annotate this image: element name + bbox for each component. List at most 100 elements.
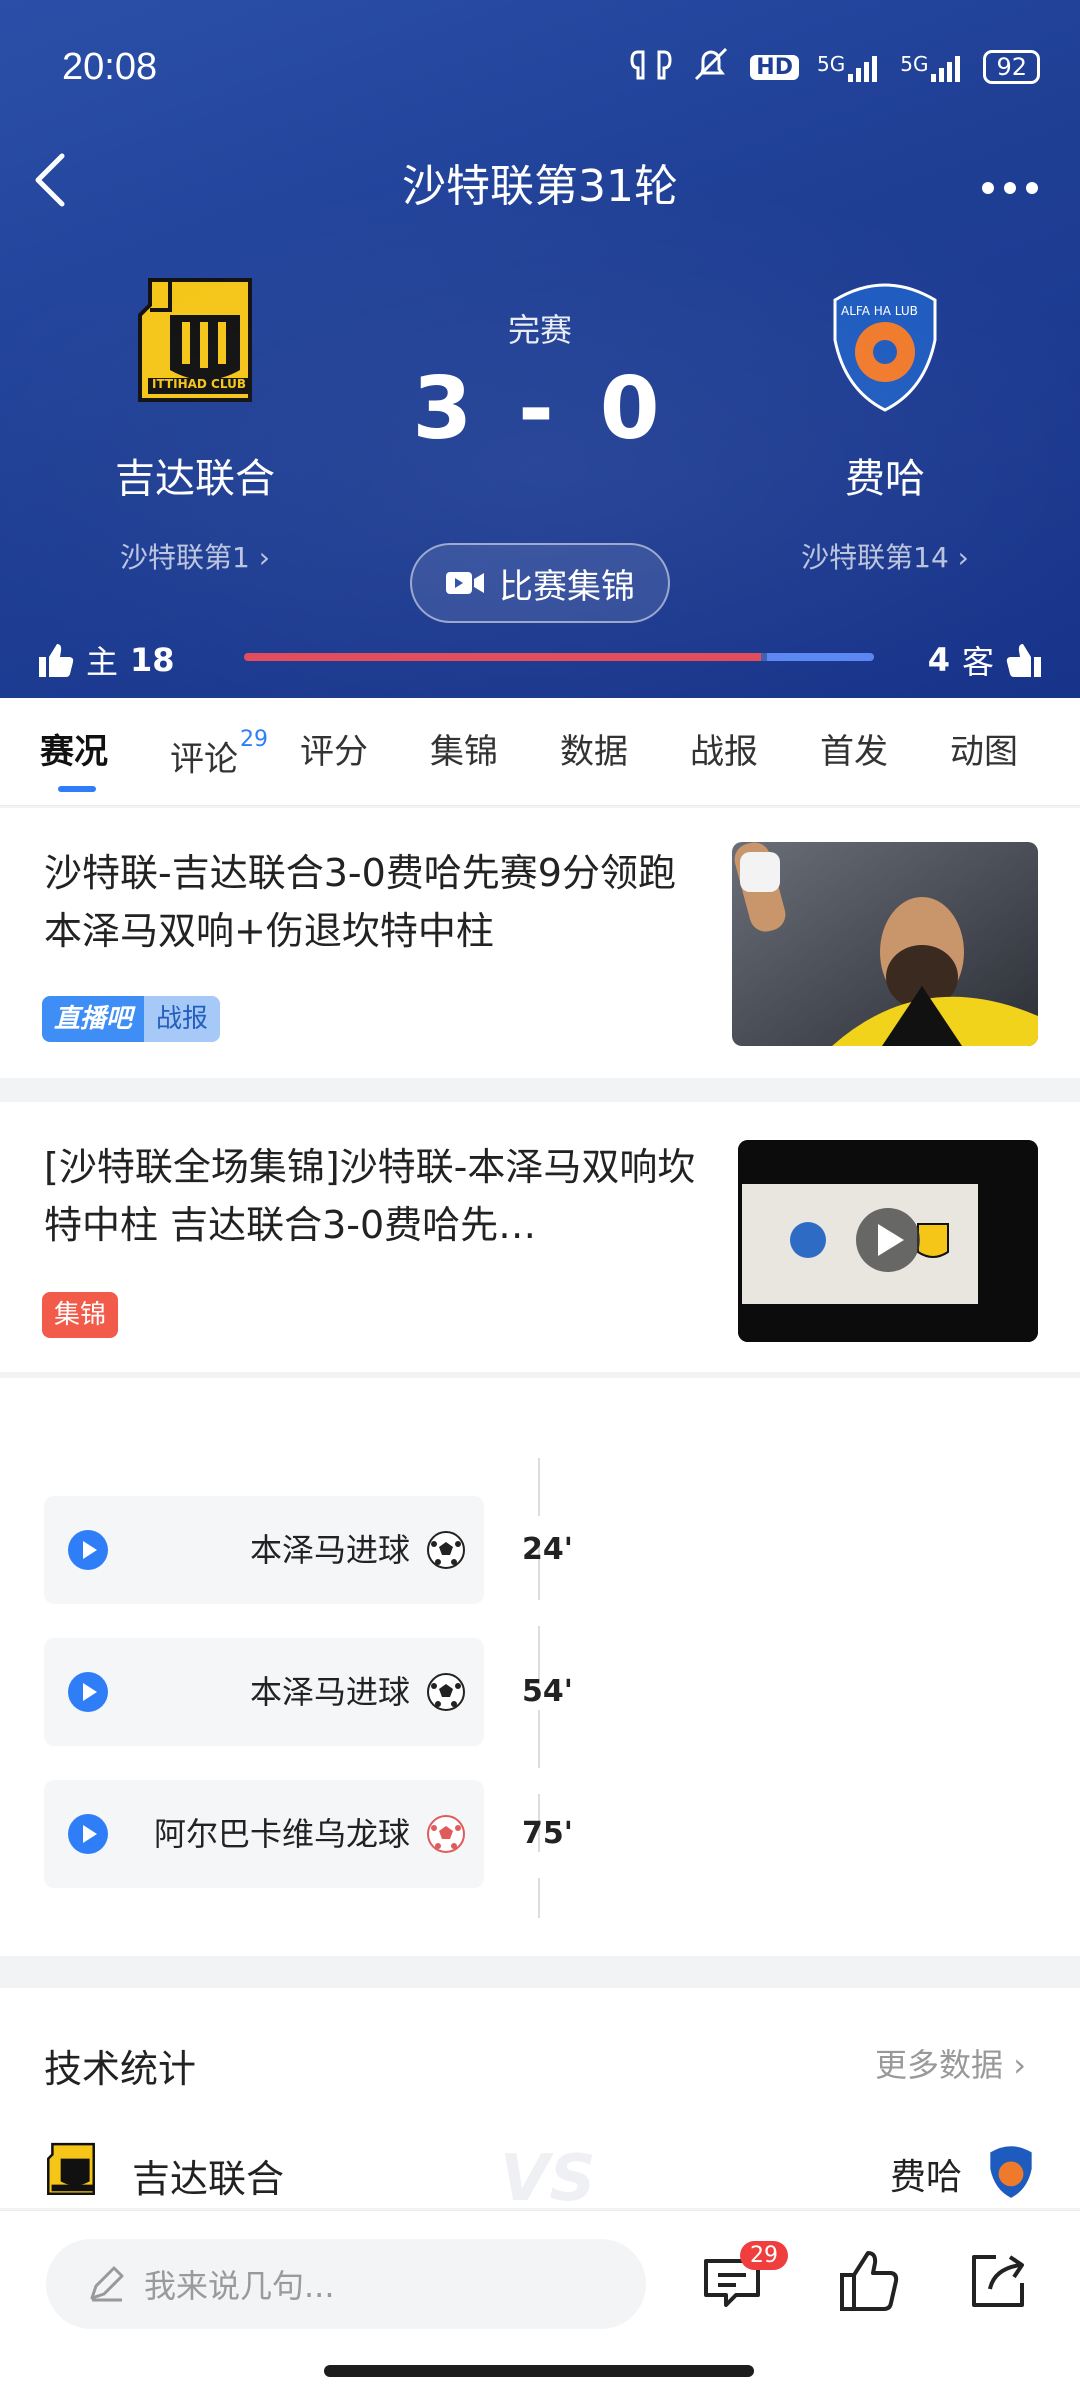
earbuds-icon: [630, 46, 672, 88]
thumbs-up-icon: [39, 644, 74, 677]
chevron-right-icon: ›: [948, 541, 969, 574]
home-rank-label: 沙特联第1: [120, 541, 250, 574]
away-team-name: 费哈: [845, 456, 925, 502]
tab-lineup[interactable]: 首发: [820, 698, 950, 805]
fan-vote-bar: 主 18 4 客: [38, 635, 1042, 685]
video-camera-icon: [446, 572, 484, 594]
battery-icon: 92: [983, 50, 1040, 84]
tab-label: 数据: [560, 731, 628, 772]
network-label-2: 5G: [900, 52, 929, 76]
home-vote-count: 18: [130, 641, 175, 679]
play-icon[interactable]: [68, 1814, 108, 1854]
stats-title: 技术统计: [44, 2047, 197, 2091]
like-button[interactable]: [838, 2249, 902, 2313]
tab-label: 赛况: [40, 731, 108, 772]
away-team-logo-small: [986, 2140, 1036, 2206]
home-indicator[interactable]: [324, 2365, 754, 2377]
home-team[interactable]: ITTIHAD CLUB 吉达联合 沙特联第1 ›: [45, 270, 345, 576]
news-tags: 直播吧 战报: [42, 996, 221, 1042]
away-logo-text: ALFA HA LUB: [841, 304, 918, 318]
page-title: 沙特联第31轮: [402, 161, 678, 212]
match-events: 本泽马进球 24' 本泽马进球 54' 阿尔巴卡维乌龙球 75': [0, 1378, 1080, 1956]
event-minute: 54': [522, 1674, 573, 1709]
chevron-right-icon: ›: [249, 541, 270, 574]
match-status: 完赛: [507, 311, 572, 349]
mute-icon: [690, 45, 732, 89]
more-data-label: 更多数据: [875, 2046, 1004, 2084]
news-card[interactable]: [沙特联全场集锦]沙特联-本泽马双响坎特中柱 吉达联合3-0费哈先… 集锦: [0, 1102, 1080, 1372]
status-icons: HD 5G 5G 92: [630, 45, 1040, 89]
score-panel: 完赛 3 - 0: [390, 305, 690, 459]
tab-label: 评分: [300, 731, 368, 772]
play-icon[interactable]: [68, 1530, 108, 1570]
vote-ratio-bar: [244, 653, 874, 661]
news-card[interactable]: 沙特联-吉达联合3-0费哈先赛9分领跑 本泽马双响+伤退坎特中柱 直播吧 战报: [0, 808, 1080, 1078]
tab-label: 集锦: [430, 731, 498, 772]
tab-live[interactable]: 赛况: [40, 698, 170, 805]
home-team-name: 吉达联合: [115, 456, 275, 502]
status-bar: 20:08 HD 5G 5G 92: [62, 42, 1040, 92]
comment-count-badge: 29: [740, 2241, 788, 2270]
away-vote[interactable]: 4 客: [928, 637, 1042, 683]
tab-data[interactable]: 数据: [560, 698, 690, 805]
signal-icon: 5G: [817, 52, 882, 82]
home-vote[interactable]: 主 18: [38, 637, 175, 683]
share-button[interactable]: [966, 2249, 1030, 2313]
away-rank-label: 沙特联第14: [801, 541, 949, 574]
play-icon: [738, 1140, 739, 1141]
event-label: 本泽马进球: [249, 1531, 410, 1569]
comment-input[interactable]: 我来说几句...: [46, 2239, 646, 2329]
video-thumbnail[interactable]: [738, 1140, 1038, 1342]
home-team-rank[interactable]: 沙特联第1 ›: [45, 536, 345, 576]
source-tag: 直播吧: [42, 996, 145, 1042]
top-navigation: 沙特联第31轮: [0, 140, 1080, 220]
home-vote-fill: [244, 653, 761, 661]
event-item[interactable]: 本泽马进球: [44, 1638, 484, 1746]
pencil-icon: [90, 2266, 124, 2302]
more-options-button[interactable]: [980, 160, 1040, 206]
soccer-ball-icon: [426, 1672, 466, 1712]
away-team[interactable]: ALFA HA LUB 费哈 沙特联第14 ›: [735, 270, 1035, 576]
match-header: 20:08 HD 5G 5G 92 沙特联第31轮 ITTIHAD CLUB 吉…: [0, 0, 1080, 698]
tab-highlights[interactable]: 集锦: [430, 698, 560, 805]
event-item[interactable]: 阿尔巴卡维乌龙球: [44, 1780, 484, 1888]
share-icon: [972, 2255, 1024, 2307]
highlights-button[interactable]: 比赛集锦: [410, 543, 670, 623]
more-data-link[interactable]: 更多数据 ›: [875, 2040, 1026, 2086]
network-label: 5G: [816, 52, 846, 76]
tab-comments[interactable]: 评论29: [170, 698, 300, 805]
home-vote-label: 主: [86, 643, 119, 681]
technical-stats: 技术统计 更多数据 › 吉达联合 VS 费哈: [0, 1988, 1080, 2216]
tab-report[interactable]: 战报: [690, 698, 820, 805]
play-icon[interactable]: [68, 1672, 108, 1712]
soccer-ball-icon: [426, 1530, 466, 1570]
away-team-logo: ALFA HA LUB: [825, 270, 945, 420]
home-team-logo-small: [44, 2140, 98, 2206]
comment-count-badge: 29: [240, 726, 268, 752]
tab-gifs[interactable]: 动图: [950, 698, 1080, 805]
thumbs-up-icon: [840, 2251, 899, 2311]
event-label: 阿尔巴卡维乌龙球: [153, 1815, 410, 1853]
tab-label: 评论: [170, 738, 238, 779]
away-vote-fill: [766, 653, 874, 661]
hd-icon: HD: [750, 54, 799, 80]
tab-label: 首发: [820, 731, 888, 772]
away-team-rank[interactable]: 沙特联第14 ›: [735, 536, 1035, 576]
status-time: 20:08: [62, 45, 158, 88]
news-title: [沙特联全场集锦]沙特联-本泽马双响坎特中柱 吉达联合3-0费哈先…: [44, 1145, 696, 1247]
match-tabs: 赛况 评论29 评分 集锦 数据 战报 首发 动图: [0, 698, 1080, 806]
home-logo-text: ITTIHAD CLUB: [152, 377, 246, 391]
more-icon: [982, 182, 1038, 194]
event-item[interactable]: 本泽马进球: [44, 1496, 484, 1604]
tab-ratings[interactable]: 评分: [300, 698, 430, 805]
news-title: 沙特联-吉达联合3-0费哈先赛9分领跑 本泽马双响+伤退坎特中柱: [44, 851, 676, 953]
stats-home-name: 吉达联合: [132, 2157, 285, 2201]
signal-icon-2: 5G: [900, 52, 965, 82]
event-label: 本泽马进球: [249, 1673, 410, 1711]
stats-teams-row: 吉达联合 VS 费哈: [44, 2142, 1036, 2216]
highlights-label: 比赛集锦: [499, 566, 635, 607]
tab-label: 战报: [690, 731, 758, 772]
own-goal-icon: [426, 1814, 466, 1854]
type-tag: 战报: [144, 996, 221, 1042]
chevron-right-icon: ›: [1003, 2046, 1026, 2084]
